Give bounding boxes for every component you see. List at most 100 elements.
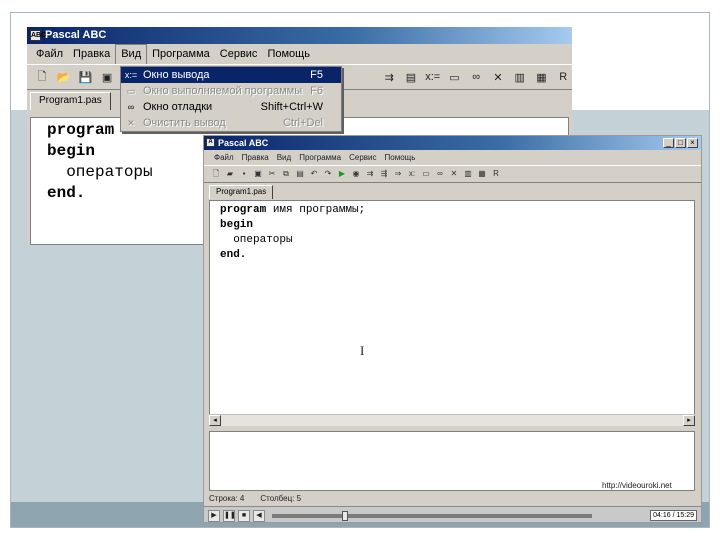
save-all-icon[interactable]: ▣	[252, 168, 264, 180]
keyword-program: program	[220, 204, 267, 216]
code-line: begin	[220, 219, 254, 231]
output-window-icon[interactable]: x:	[406, 168, 418, 180]
window-controls: _ □ ×	[663, 138, 698, 148]
menu-help[interactable]: Помощь	[262, 44, 315, 64]
status-column: Столбец: 5	[260, 494, 302, 503]
maximize-icon[interactable]: □	[675, 138, 686, 148]
toolbar: 🗋 ▰ ▪ ▣ ✂ ⧉ ▤ ↶ ↷ ▶ ◉ ⇉ ⇶ ⇒ x: ▭ ∞ ✕ ▥ ▦…	[204, 165, 701, 183]
tab-program1[interactable]: Program1.pas	[30, 92, 111, 110]
menu-item-shortcut: Shift+Ctrl+W	[260, 101, 323, 113]
progress-track[interactable]	[272, 510, 592, 521]
menu-item-shortcut: Ctrl+Del	[282, 117, 323, 129]
save-all-icon[interactable]: ▣	[98, 68, 116, 86]
menu-program[interactable]: Программа	[295, 153, 345, 162]
format-icon[interactable]: ▥	[462, 168, 474, 180]
undo-icon[interactable]: ↶	[308, 168, 320, 180]
tab-bar: Program1.pas	[204, 183, 701, 199]
play-icon[interactable]: ▶	[208, 509, 220, 522]
output-window-icon[interactable]: x:=	[424, 68, 442, 86]
format-icon[interactable]: ▥	[511, 68, 529, 86]
menu-item-clear-output[interactable]: ✕ Очистить вывод Ctrl+Del	[121, 115, 341, 131]
replace-icon[interactable]: R	[554, 68, 572, 86]
player-time: 04:16 / 15:29	[650, 510, 697, 521]
scroll-right-icon[interactable]: ▸	[683, 415, 695, 426]
new-file-icon[interactable]: 🗋	[210, 168, 222, 180]
redo-icon[interactable]: ↷	[322, 168, 334, 180]
new-file-icon[interactable]: 🗋	[33, 68, 51, 86]
debug-window-icon: ∞	[127, 102, 135, 112]
debug-window-icon[interactable]: ∞	[434, 168, 446, 180]
horizontal-scrollbar[interactable]: ◂ ▸	[209, 414, 695, 426]
video-player-bar: ▶ ❚❚ ■ ◀ 04:16 / 15:29	[204, 506, 701, 522]
clear-output-icon[interactable]: ✕	[448, 168, 460, 180]
program-name: имя программы;	[266, 204, 366, 216]
cut-icon[interactable]: ✂	[266, 168, 278, 180]
tab-program1[interactable]: Program1.pas	[209, 185, 274, 199]
menu-edit[interactable]: Правка	[238, 153, 273, 162]
open-folder-icon[interactable]: ▰	[224, 168, 236, 180]
window-titlebar: ABC Pascal ABC	[27, 27, 572, 44]
app-icon: ABC	[30, 30, 47, 41]
menu-bar: Файл Правка Вид Программа Сервис Помощь	[27, 44, 572, 64]
menu-help[interactable]: Помощь	[381, 153, 420, 162]
paste-icon[interactable]: ▤	[294, 168, 306, 180]
volume-icon[interactable]: ◀	[253, 509, 265, 522]
menu-item-shortcut: F5	[310, 69, 323, 81]
menu-item-label: Очистить вывод	[143, 117, 226, 129]
menu-view[interactable]: Вид	[273, 153, 295, 162]
code-line: операторы	[220, 234, 293, 246]
scroll-left-icon[interactable]: ◂	[209, 415, 221, 426]
stop-icon[interactable]: ■	[238, 509, 250, 522]
save-icon[interactable]: ▪	[238, 168, 250, 180]
minimize-icon[interactable]: _	[663, 138, 674, 148]
menu-item-shortcut: F6	[310, 85, 323, 97]
pause-icon[interactable]: ❚❚	[223, 509, 236, 522]
text-cursor-icon: I	[360, 343, 365, 358]
code-line: end.	[220, 249, 247, 261]
app-icon: A	[206, 138, 215, 147]
debug-window-icon[interactable]: ∞	[467, 68, 485, 86]
run-window-icon[interactable]: ▭	[420, 168, 432, 180]
step-icon[interactable]: ⇉	[364, 168, 376, 180]
step-into-icon[interactable]: ⇶	[378, 168, 390, 180]
pascal-window-secondary: A Pascal ABC _ □ × Файл Правка Вид Прогр…	[203, 135, 702, 523]
menu-file[interactable]: Файл	[210, 153, 238, 162]
progress-thumb[interactable]	[342, 510, 349, 521]
menu-view[interactable]: Вид	[115, 44, 148, 64]
window-titlebar: A Pascal ABC _ □ ×	[204, 136, 701, 150]
watermark-url: http://videouroki.net	[602, 481, 672, 490]
copy-icon[interactable]: ⧉	[280, 168, 292, 180]
run-icon[interactable]: ▶	[336, 168, 348, 180]
menu-item-output-window[interactable]: x:= Окно вывода F5	[121, 67, 341, 83]
menu-program[interactable]: Программа	[147, 44, 215, 64]
window-title: Pascal ABC	[45, 29, 107, 41]
menu-file[interactable]: Файл	[31, 44, 68, 64]
run-window-icon[interactable]: ▭	[446, 68, 464, 86]
close-icon[interactable]: ×	[687, 138, 698, 148]
menu-item-label: Окно отладки	[143, 101, 213, 113]
menu-item-debug-window[interactable]: ∞ Окно отладки Shift+Ctrl+W	[121, 99, 341, 115]
indent-icon[interactable]: ▦	[533, 68, 551, 86]
code-editor[interactable]: program имя программы; begin операторы e…	[209, 200, 695, 426]
menu-service[interactable]: Сервис	[215, 44, 263, 64]
clear-output-icon[interactable]: ✕	[489, 68, 507, 86]
step-icon[interactable]: ⇉	[380, 68, 398, 86]
run-window-icon: ▭	[126, 86, 136, 96]
menu-item-run-window[interactable]: ▭ Окно выполняемой программы F6	[121, 83, 341, 99]
menu-service[interactable]: Сервис	[345, 153, 380, 162]
menu-edit[interactable]: Правка	[68, 44, 115, 64]
status-line: Строка: 4	[209, 494, 245, 503]
menu-bar: Файл Правка Вид Программа Сервис Помощь	[204, 150, 701, 165]
replace-icon[interactable]: R	[490, 168, 502, 180]
code-line: program имя программы;	[220, 203, 684, 218]
open-folder-icon[interactable]: 📂	[55, 68, 73, 86]
view-menu-dropdown: x:= Окно вывода F5 ▭ Окно выполняемой пр…	[120, 66, 342, 132]
indent-icon[interactable]: ▦	[476, 168, 488, 180]
window-title: Pascal ABC	[218, 138, 269, 148]
step-over-icon[interactable]: ⇒	[392, 168, 404, 180]
save-icon[interactable]: 💾	[77, 68, 95, 86]
debug-icon[interactable]: ◉	[350, 168, 362, 180]
status-bar: Строка: 4 Столбец: 5	[209, 493, 695, 505]
compile-icon[interactable]: ▤	[402, 68, 420, 86]
output-window-icon: x:=	[124, 70, 138, 80]
